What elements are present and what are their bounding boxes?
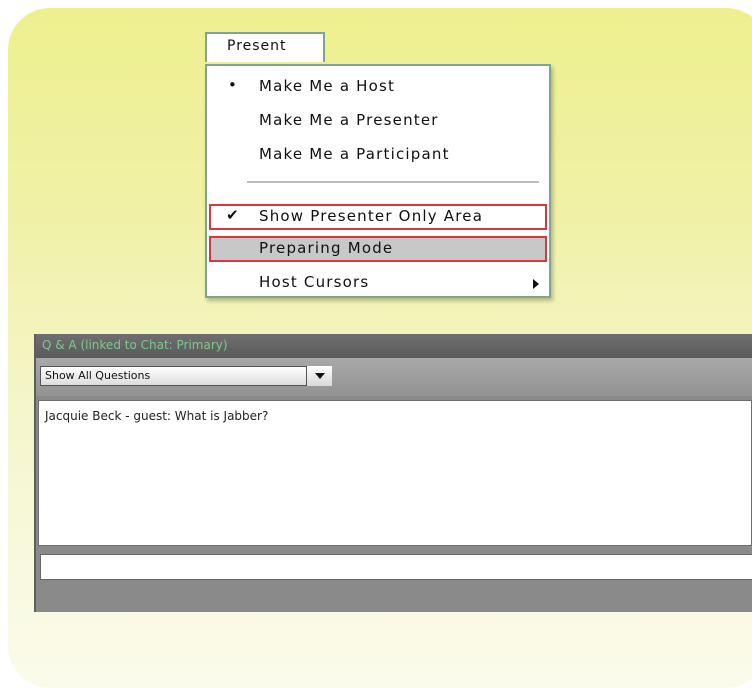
- qa-toolbar: Show All Questions: [36, 358, 752, 396]
- menu-item-label: Make Me a Participant: [259, 145, 450, 163]
- question-filter-value: Show All Questions: [45, 369, 151, 382]
- menu-item-show-presenter-only-area[interactable]: ✔ Show Presenter Only Area: [209, 204, 547, 230]
- question-item[interactable]: Jacquie Beck - guest: What is Jabber?: [45, 409, 751, 423]
- menu-item-make-me-presenter[interactable]: Make Me a Presenter: [209, 108, 547, 134]
- menu-tab-present[interactable]: Present: [205, 32, 325, 62]
- radio-bullet-icon: •: [227, 76, 239, 94]
- menu-item-make-me-participant[interactable]: Make Me a Participant: [209, 142, 547, 168]
- qa-panel-title: Q & A (linked to Chat: Primary): [36, 334, 752, 358]
- menu-item-preparing-mode[interactable]: Preparing Mode: [209, 236, 547, 262]
- question-input-field[interactable]: [40, 554, 752, 580]
- qa-panel: Q & A (linked to Chat: Primary) Show All…: [34, 334, 752, 612]
- menu-item-label: Preparing Mode: [259, 239, 394, 257]
- menu-item-label: Make Me a Presenter: [259, 111, 439, 129]
- menu-item-label: Host Cursors: [259, 273, 370, 291]
- chevron-down-icon: [315, 373, 325, 379]
- checkmark-icon: ✔: [226, 206, 240, 224]
- question-list: Jacquie Beck - guest: What is Jabber?: [38, 400, 752, 546]
- menu-item-label: Make Me a Host: [259, 77, 396, 95]
- menu-item-host-cursors[interactable]: Host Cursors: [209, 270, 547, 296]
- dropdown-button[interactable]: [306, 366, 332, 386]
- question-filter-dropdown[interactable]: Show All Questions: [40, 366, 332, 386]
- menu-item-make-me-host[interactable]: • Make Me a Host: [209, 74, 547, 100]
- menu-separator: [247, 181, 539, 183]
- submenu-arrow-icon: [533, 279, 539, 289]
- present-dropdown-menu: • Make Me a Host Make Me a Presenter Mak…: [205, 64, 551, 298]
- menu-item-label: Show Presenter Only Area: [259, 207, 484, 225]
